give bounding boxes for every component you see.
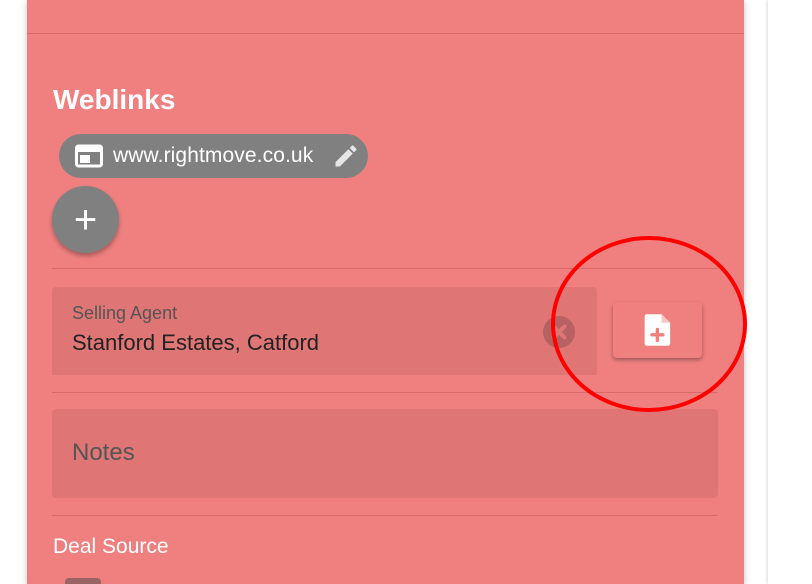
- deal-source-label: Deal Source: [53, 535, 169, 558]
- clear-selling-agent-button[interactable]: [543, 316, 575, 348]
- notes-divider: [52, 515, 718, 516]
- selling-agent-value[interactable]: Stanford Estates, Catford: [72, 330, 319, 356]
- file-add-icon: [644, 314, 670, 346]
- selling-agent-divider: [52, 392, 718, 393]
- add-weblink-button[interactable]: +: [52, 186, 119, 253]
- weblink-chip-label: www.rightmove.co.uk: [113, 144, 314, 167]
- weblink-chip[interactable]: www.rightmove.co.uk: [59, 134, 368, 178]
- notes-label: Notes: [72, 439, 135, 466]
- weblinks-divider: [52, 268, 718, 269]
- selling-agent-field[interactable]: Selling Agent Stanford Estates, Catford: [52, 287, 597, 375]
- adjacent-panel-edge: [768, 0, 812, 584]
- top-divider: [27, 33, 744, 34]
- clear-circle-icon: [551, 324, 567, 340]
- web-window-icon: [75, 144, 103, 168]
- weblinks-heading: Weblinks: [53, 84, 176, 115]
- plus-icon: +: [73, 197, 98, 242]
- notes-field[interactable]: Notes: [52, 409, 718, 498]
- pencil-icon[interactable]: [332, 142, 360, 170]
- add-document-button[interactable]: [613, 302, 702, 358]
- deal-source-checkbox[interactable]: [65, 578, 101, 584]
- property-details-card: Weblinks www.rightmove.co.uk + Selling A…: [27, 0, 744, 584]
- selling-agent-label: Selling Agent: [72, 303, 178, 323]
